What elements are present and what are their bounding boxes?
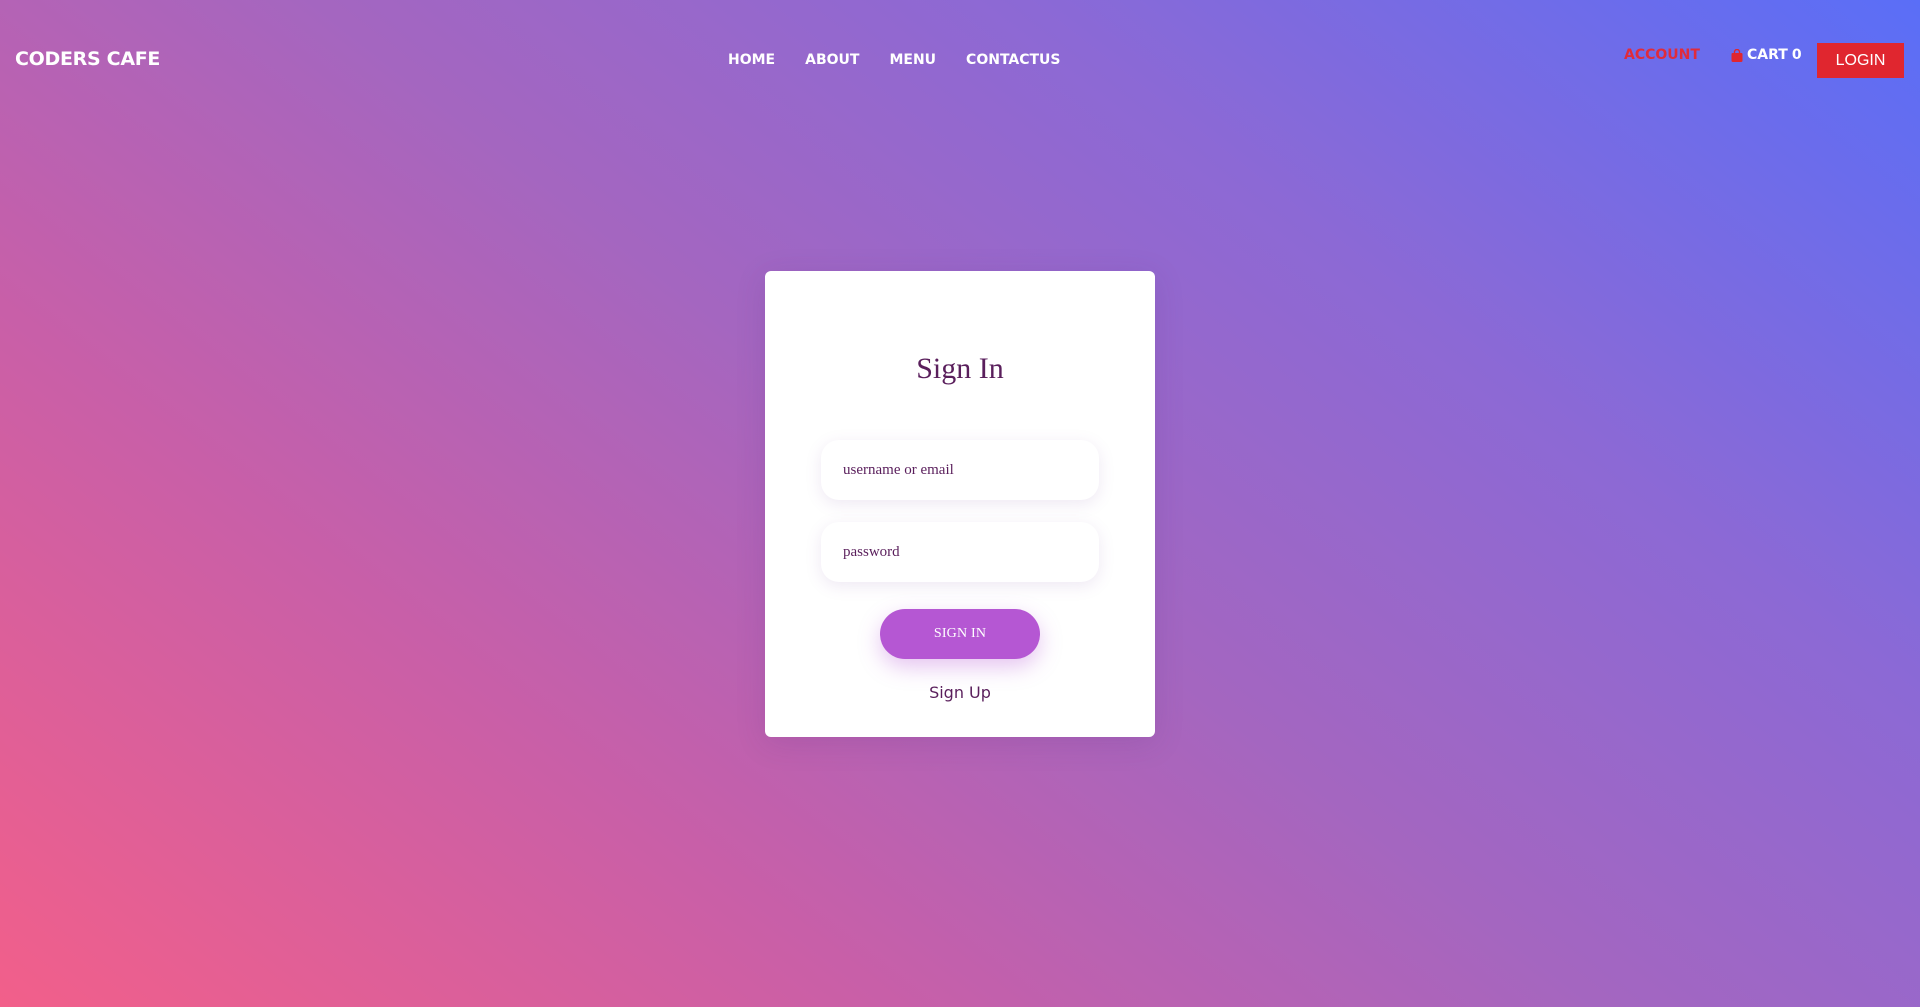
account-link[interactable]: ACCOUNT <box>1624 45 1700 65</box>
signin-card: Sign In SIGN IN Sign Up <box>765 271 1155 737</box>
main-nav: HOME ABOUT MENU CONTACTUS <box>728 50 1061 70</box>
login-button[interactable]: LOGIN <box>1817 43 1904 78</box>
cart-label: CART <box>1747 47 1788 63</box>
site-logo[interactable]: CODERS CAFE <box>15 47 160 71</box>
top-navigation-bar: CODERS CAFE HOME ABOUT MENU CONTACTUS AC… <box>0 0 1920 120</box>
cart-link[interactable]: CART 0 <box>1731 45 1802 65</box>
cart-count: 0 <box>1791 47 1802 63</box>
password-input[interactable] <box>821 522 1099 582</box>
username-input[interactable] <box>821 440 1099 500</box>
nav-item-menu[interactable]: MENU <box>889 50 936 70</box>
shopping-bag-icon <box>1731 48 1743 62</box>
signup-link[interactable]: Sign Up <box>765 683 1155 703</box>
nav-item-contactus[interactable]: CONTACTUS <box>966 50 1060 70</box>
signin-title: Sign In <box>916 352 1004 385</box>
nav-item-about[interactable]: ABOUT <box>805 50 859 70</box>
signin-button[interactable]: SIGN IN <box>880 609 1040 659</box>
nav-item-home[interactable]: HOME <box>728 50 775 70</box>
